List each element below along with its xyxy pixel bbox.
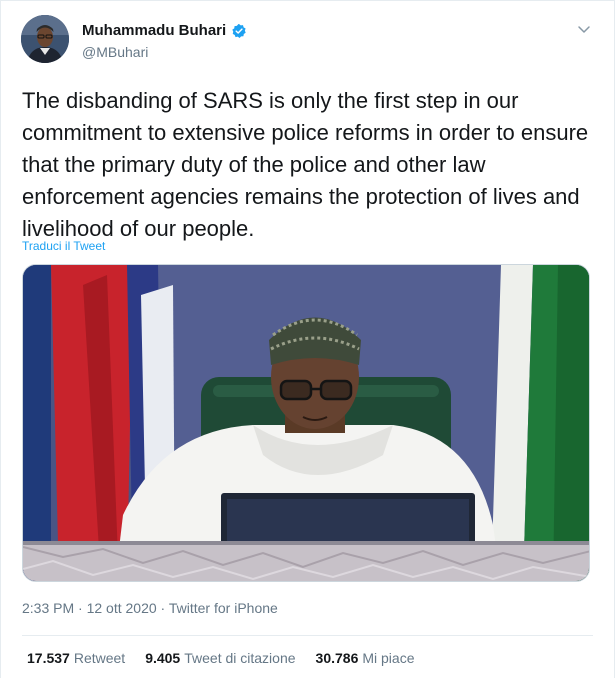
translate-tweet-link[interactable]: Traduci il Tweet — [22, 239, 105, 253]
stat-label: Retweet — [73, 650, 126, 666]
tweet-time[interactable]: 2:33 PM — [22, 600, 74, 616]
author-handle[interactable]: @MBuhari — [82, 44, 247, 60]
tweet-meta: 2:33 PM · 12 ott 2020 · Twitter for iPho… — [22, 600, 278, 616]
avatar-image — [21, 15, 69, 63]
tweet-text: The disbanding of SARS is only the first… — [22, 88, 589, 241]
tweet-date[interactable]: 12 ott 2020 — [87, 600, 157, 616]
stat-label: Mi piace — [362, 650, 415, 666]
stat-retweets[interactable]: 17.537 Retweet — [27, 650, 125, 666]
stat-quote-tweets[interactable]: 9.405 Tweet di citazione — [145, 650, 295, 666]
chevron-down-icon[interactable] — [576, 21, 592, 37]
tweet-source[interactable]: Twitter for iPhone — [169, 600, 278, 616]
name-row: Muhammadu Buhari — [82, 22, 247, 39]
tweet-card: Muhammadu Buhari @MBuhari The disbanding… — [0, 0, 615, 678]
stat-value: 17.537 — [27, 650, 70, 666]
meta-separator: · — [160, 600, 166, 616]
stat-value: 9.405 — [145, 650, 181, 666]
stat-value: 30.786 — [315, 650, 359, 666]
author-block: Muhammadu Buhari @MBuhari — [82, 22, 247, 60]
tweet-media-photo[interactable] — [22, 264, 590, 582]
tweet-stats: 17.537 Retweet 9.405 Tweet di citazione 30… — [27, 650, 415, 666]
meta-separator: · — [78, 600, 83, 616]
avatar[interactable] — [21, 15, 69, 63]
stat-label: Tweet di citazione — [184, 650, 296, 666]
media-image — [23, 265, 589, 581]
verified-badge-icon — [232, 23, 246, 38]
stats-divider — [22, 635, 593, 636]
author-name[interactable]: Muhammadu Buhari — [82, 22, 226, 39]
stat-likes[interactable]: 30.786 Mi piace — [316, 650, 415, 666]
